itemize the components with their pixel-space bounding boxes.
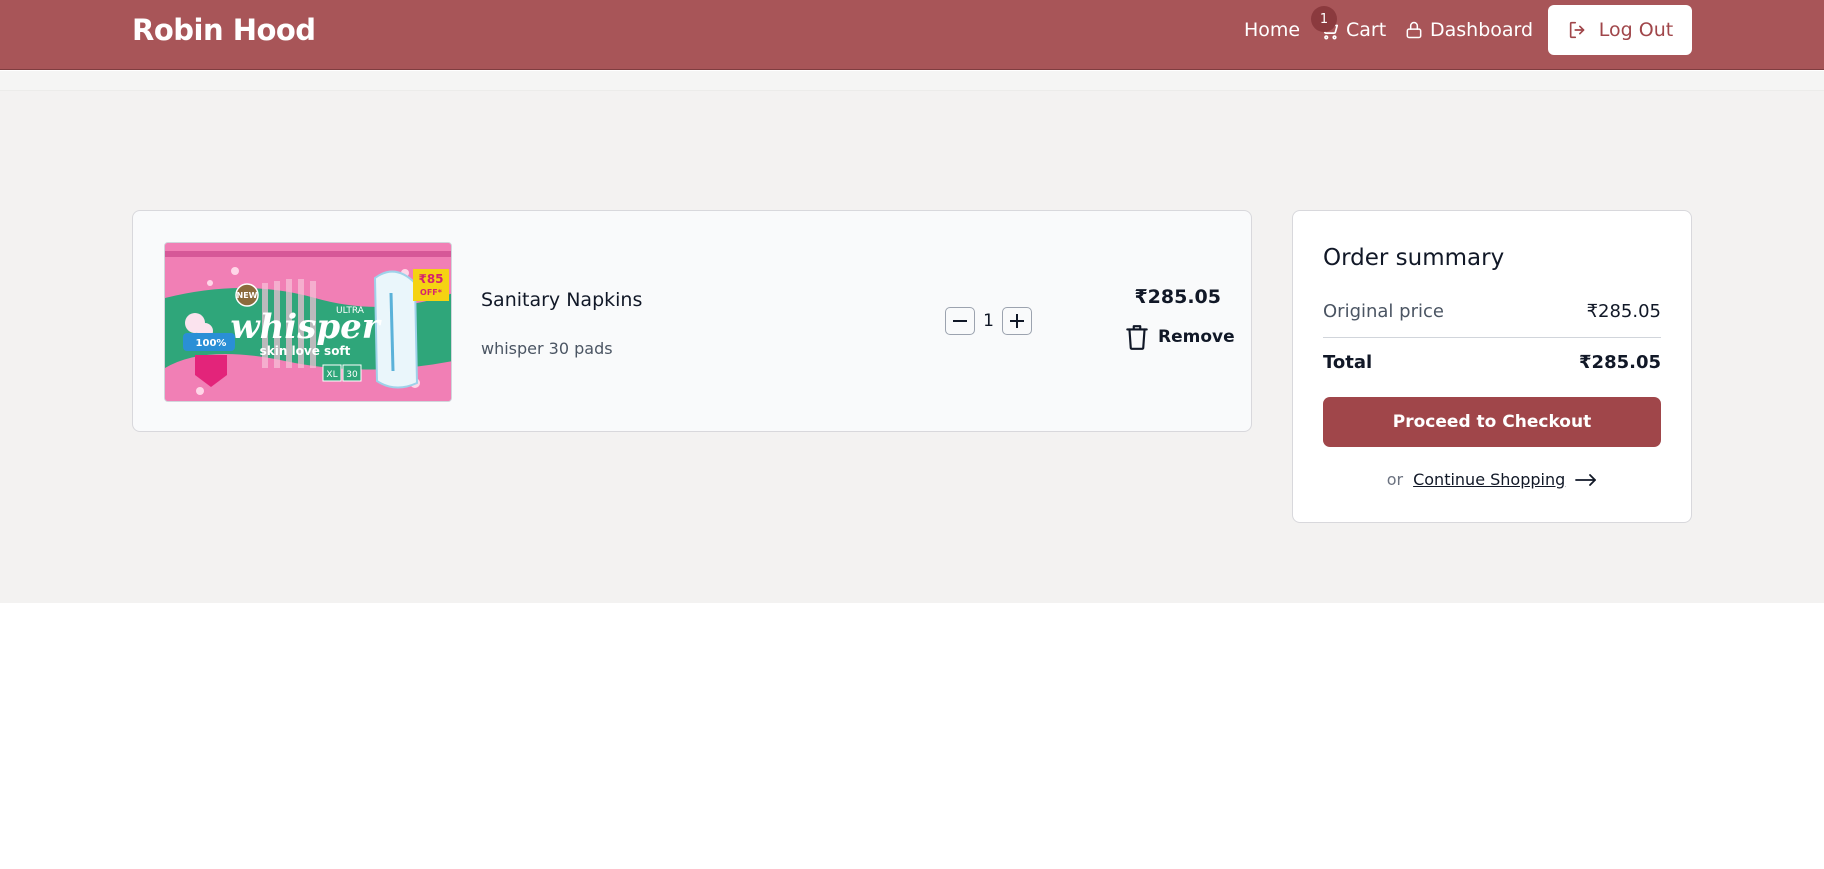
remove-item-button[interactable]: Remove [1124,323,1235,351]
order-summary-card: Order summary Original price ₹285.05 Tot… [1292,210,1692,523]
order-summary-title: Order summary [1323,245,1505,271]
product-name[interactable]: Sanitary Napkins [481,289,642,311]
logout-button[interactable]: Log Out [1548,5,1692,55]
or-text: or [1386,470,1404,489]
decrease-quantity-button[interactable] [945,307,975,335]
image-discount-text: ₹85 [418,272,443,286]
nav-home-label: Home [1244,19,1301,41]
continue-shopping-label: Continue Shopping [1413,470,1566,489]
logout-label: Log Out [1598,19,1674,41]
nav-dashboard-label: Dashboard [1430,19,1534,41]
continue-shopping-row: or Continue Shopping [1323,470,1661,489]
image-brand-text: whisper [230,307,381,347]
original-price-label: Original price [1323,301,1444,322]
image-claim-text: 100% [196,338,227,349]
sub-header-strip [0,71,1824,91]
image-tagline-text: skin love soft [260,344,351,358]
trash-icon [1126,325,1148,350]
remove-label: Remove [1158,327,1235,347]
image-size-text: XL [326,370,337,380]
cart-item-card: NEW ₹85 OFF* ULTRA whisper skin love sof… [132,210,1252,432]
item-price: ₹285.05 [1134,286,1221,308]
lock-icon [1406,21,1422,39]
product-package-image: NEW ₹85 OFF* ULTRA whisper skin love sof… [165,243,451,401]
original-price-value: ₹285.05 [1586,301,1661,322]
increase-quantity-button[interactable] [1002,307,1032,335]
arrow-right-icon [1575,473,1597,486]
product-image: NEW ₹85 OFF* ULTRA whisper skin love sof… [164,242,452,402]
total-label: Total [1323,352,1373,373]
quantity-value: 1 [983,311,994,331]
cart-count-badge: 1 [1311,6,1337,32]
logout-icon [1569,21,1585,39]
nav-cart-link[interactable]: 1 Cart [1311,6,1387,41]
image-new-badge-text: NEW [237,291,258,300]
total-row: Total ₹285.05 [1323,352,1661,373]
nav-cart-label: Cart [1346,19,1387,41]
product-description: whisper 30 pads [481,339,613,358]
summary-divider [1323,337,1661,338]
continue-shopping-link[interactable]: Continue Shopping [1413,470,1597,489]
navbar: Robin Hood Home 1 Cart Dashboard Log Out [0,0,1824,70]
nav-home-link[interactable]: Home [1244,19,1300,41]
brand-logo[interactable]: Robin Hood [132,13,316,47]
nav-dashboard-link[interactable]: Dashboard [1404,19,1533,41]
total-value: ₹285.05 [1579,352,1661,373]
proceed-to-checkout-button[interactable]: Proceed to Checkout [1323,397,1661,447]
image-count-text: 30 [346,370,358,380]
image-discount-sub-text: OFF* [420,288,443,297]
quantity-stepper: 1 [945,307,1032,335]
minus-icon [953,320,967,322]
original-price-row: Original price ₹285.05 [1323,301,1661,322]
plus-icon [1010,314,1024,328]
